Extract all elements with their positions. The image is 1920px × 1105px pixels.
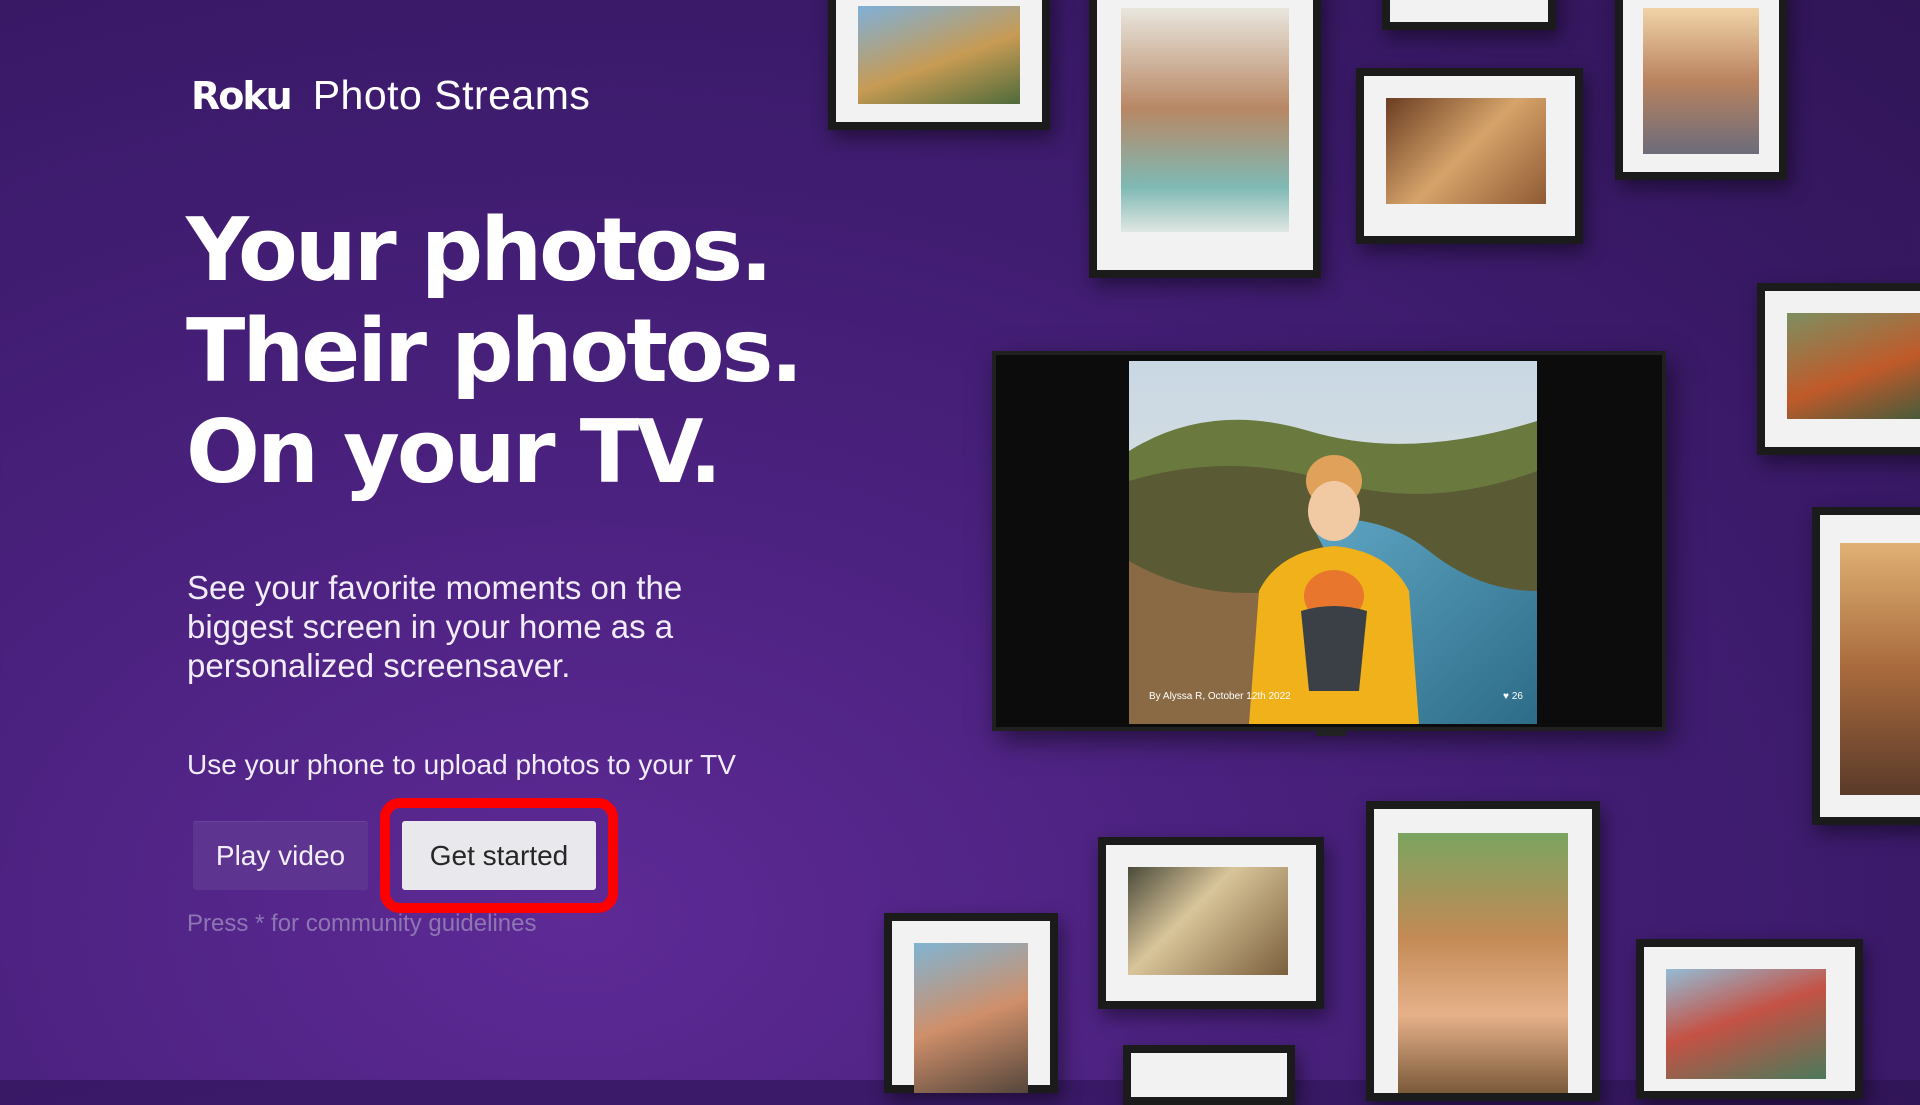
community-guidelines-hint: Press * for community guidelines bbox=[187, 910, 537, 937]
photo-frame bbox=[1366, 801, 1600, 1101]
photo-frame bbox=[1812, 507, 1920, 825]
play-video-button[interactable]: Play video bbox=[193, 821, 368, 890]
photo-pizza-party bbox=[1128, 867, 1288, 975]
description: See your favorite moments on the biggest… bbox=[187, 569, 683, 684]
headline: Your photos. Their photos. On your TV. bbox=[186, 199, 803, 503]
photo-family-beach bbox=[1643, 8, 1759, 154]
brand-header: Roku Photo Streams bbox=[191, 72, 590, 119]
photo-caption: By Alyssa R, October 12th 2022 bbox=[1149, 691, 1291, 702]
photo-hikers bbox=[1787, 313, 1920, 419]
heart-icon: ♥ bbox=[1502, 691, 1509, 702]
headline-line-3: On your TV. bbox=[186, 401, 722, 503]
upload-hint: Use your phone to upload photos to your … bbox=[187, 749, 736, 780]
photo-frame bbox=[1098, 837, 1324, 1009]
roku-logo: Roku bbox=[191, 74, 293, 118]
photo-thanksgiving bbox=[1386, 98, 1546, 204]
photo-frame bbox=[1123, 1045, 1295, 1105]
photo-couple-beach bbox=[914, 943, 1028, 1093]
photo-rafting bbox=[858, 6, 1020, 104]
likes-indicator: ♥ 26 bbox=[1503, 691, 1523, 702]
product-title: Photo Streams bbox=[312, 72, 591, 118]
featured-photo: By Alyssa R, October 12th 2022 ♥ 26 bbox=[1129, 361, 1537, 724]
headline-line-1: Your photos. bbox=[186, 199, 773, 301]
likes-count: 26 bbox=[1511, 691, 1523, 702]
photo-frame bbox=[884, 913, 1058, 1093]
photo-frame bbox=[1356, 68, 1583, 244]
photo-frame bbox=[1382, 0, 1556, 30]
photo-frame bbox=[1757, 283, 1920, 455]
get-started-button[interactable]: Get started bbox=[402, 821, 596, 890]
tv-stand bbox=[1316, 731, 1346, 736]
photo-girl-lights bbox=[1840, 543, 1920, 795]
photo-frame bbox=[1089, 0, 1321, 278]
photo-mother-child bbox=[1121, 8, 1289, 232]
photo-festival bbox=[1666, 969, 1826, 1079]
photo-frame bbox=[1615, 0, 1787, 180]
photo-frame bbox=[1636, 939, 1863, 1099]
tv-display: By Alyssa R, October 12th 2022 ♥ 26 bbox=[992, 351, 1666, 736]
photo-dog-selfie bbox=[1398, 833, 1568, 1093]
featured-photo-image bbox=[1129, 361, 1537, 724]
photo-frame bbox=[828, 0, 1050, 130]
headline-line-2: Their photos. bbox=[186, 300, 803, 402]
